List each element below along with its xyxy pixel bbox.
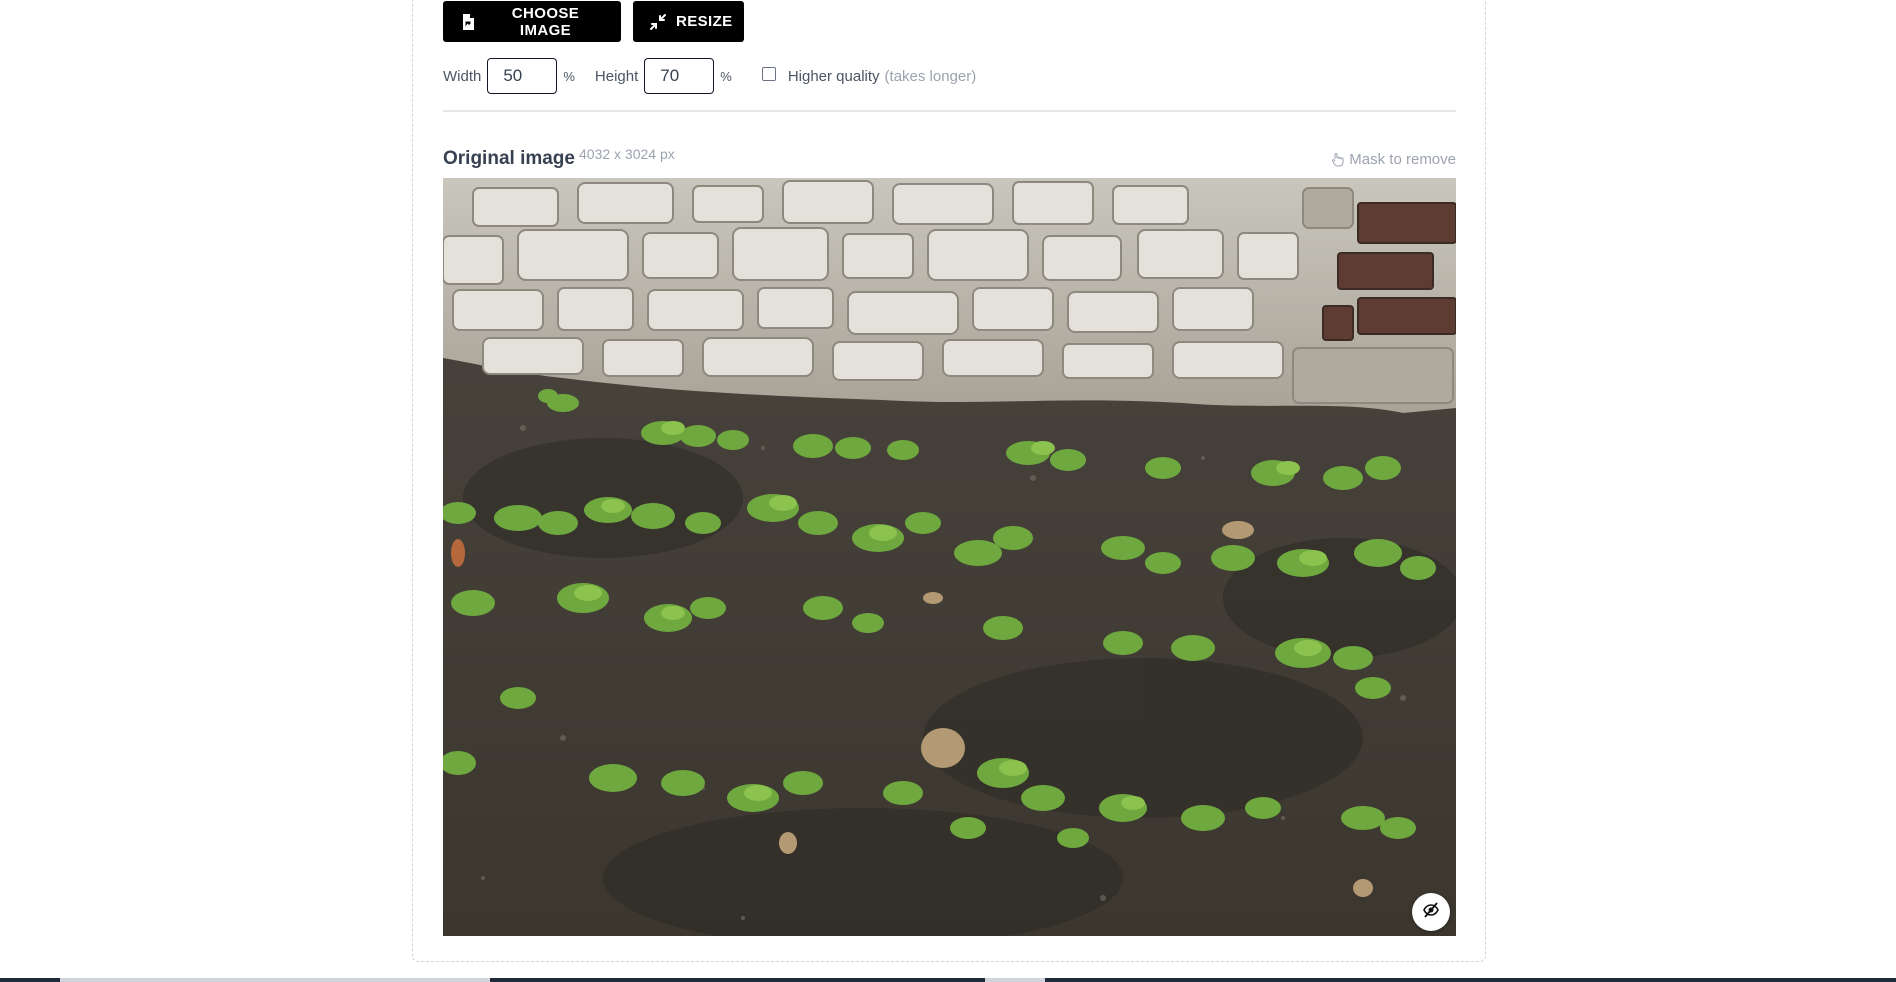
higher-quality-checkbox[interactable] — [761, 67, 776, 81]
mask-to-remove-link[interactable]: Mask to remove — [1330, 151, 1456, 168]
eye-slash-icon — [1422, 901, 1440, 924]
mask-to-remove-label: Mask to remove — [1349, 151, 1456, 168]
hide-mask-button[interactable] — [1412, 893, 1450, 931]
bottom-bar-segment — [60, 978, 490, 982]
resize-options: Width % Height % Higher quality (takes l… — [443, 58, 976, 94]
higher-quality-label: Higher quality — [787, 67, 880, 85]
width-label: Width — [443, 67, 482, 85]
bottom-bar — [0, 978, 1896, 982]
choose-image-button[interactable]: CHOOSE IMAGE — [443, 1, 621, 42]
higher-quality-note: (takes longer) — [884, 67, 977, 85]
bottom-bar-segment — [985, 978, 1045, 982]
resize-button[interactable]: RESIZE — [633, 1, 744, 42]
height-unit: % — [720, 68, 732, 84]
resize-label: RESIZE — [676, 13, 733, 30]
original-image-dimensions: 4032 x 3024 px — [579, 146, 675, 162]
original-image-title: Original image — [443, 148, 575, 169]
divider — [443, 110, 1456, 112]
file-image-icon — [459, 13, 477, 31]
width-input[interactable] — [487, 58, 558, 94]
compress-arrows-icon — [649, 13, 667, 31]
pointer-hand-icon — [1330, 152, 1345, 167]
height-label: Height — [594, 67, 639, 85]
height-input[interactable] — [644, 58, 715, 94]
original-image-photo[interactable] — [443, 178, 1456, 936]
width-unit: % — [563, 68, 575, 84]
choose-image-label: CHOOSE IMAGE — [511, 4, 580, 39]
toolbar: CHOOSE IMAGE RESIZE — [443, 1, 744, 42]
